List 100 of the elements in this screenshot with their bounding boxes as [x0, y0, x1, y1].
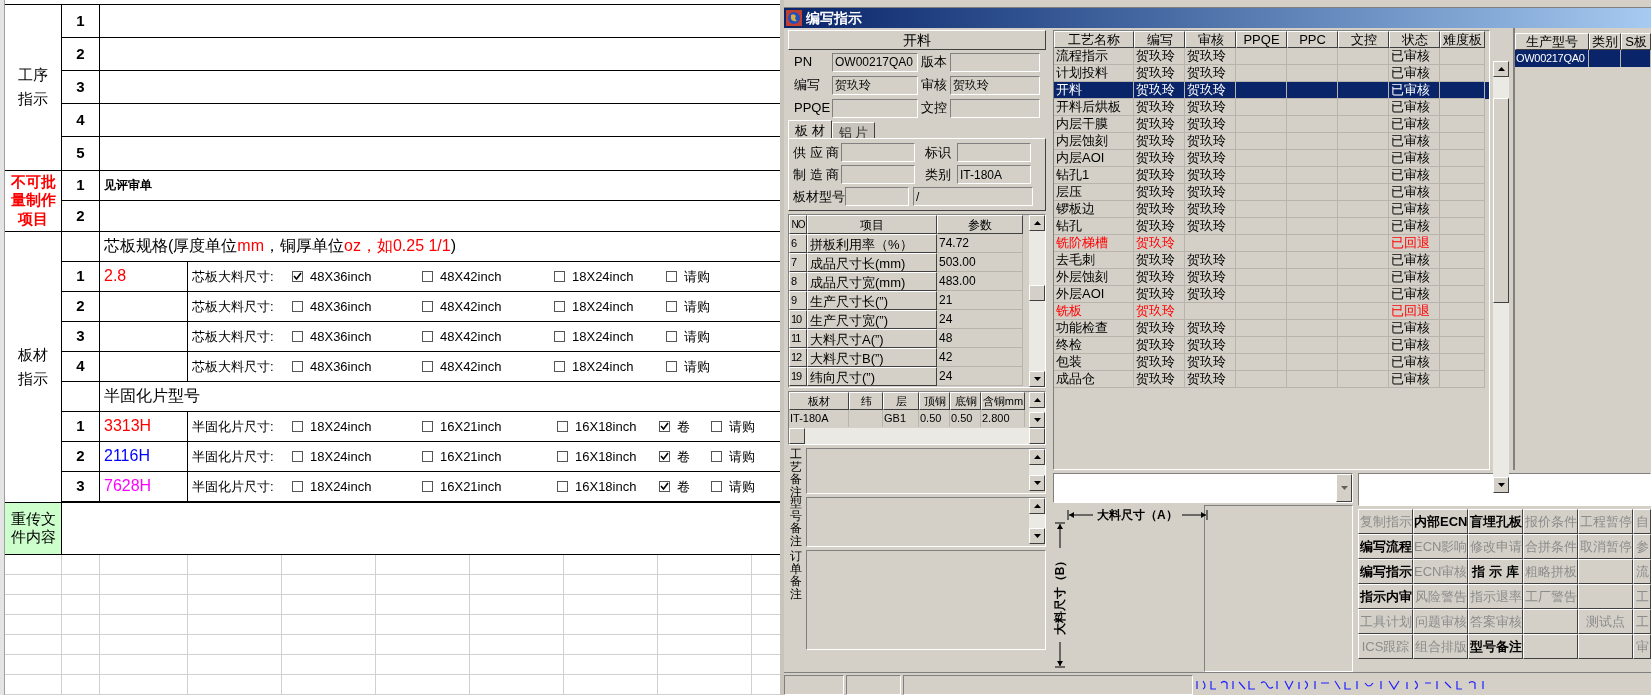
scrollbar[interactable]: [1029, 215, 1045, 387]
column-header[interactable]: 底铜: [950, 392, 981, 410]
column-header[interactable]: 状态: [1389, 31, 1440, 48]
scrollbar-thumb[interactable]: [1493, 98, 1509, 303]
column-header[interactable]: 工艺名称: [1054, 31, 1134, 48]
action-button[interactable]: 指 示 库: [1468, 559, 1523, 584]
checkbox[interactable]: [557, 450, 568, 462]
table-row[interactable]: OW00217QA0: [1515, 50, 1651, 67]
action-button[interactable]: 型号备注: [1468, 634, 1523, 659]
remark-field[interactable]: [806, 448, 1046, 494]
table-row[interactable]: 外层蚀刻 贺玖玲 贺玖玲 已审核: [1054, 269, 1489, 286]
column-header[interactable]: PPQE: [1236, 31, 1287, 48]
text-field[interactable]: [845, 187, 909, 206]
checkbox[interactable]: [554, 300, 565, 312]
action-button[interactable]: 编写流程: [1358, 534, 1413, 559]
checkbox[interactable]: [292, 270, 303, 282]
action-button[interactable]: 编写指示: [1358, 559, 1413, 584]
column-header[interactable]: S板: [1621, 33, 1651, 50]
table-row[interactable]: 流程指示 贺玖玲 贺玖玲 已审核: [1054, 48, 1489, 65]
checkbox[interactable]: [422, 360, 433, 372]
checkbox[interactable]: [659, 450, 670, 462]
remark-field[interactable]: [806, 497, 1046, 547]
table-row[interactable]: 外层AOI 贺玖玲 贺玖玲 已审核: [1054, 286, 1489, 303]
checkbox[interactable]: [659, 480, 670, 492]
table-row[interactable]: 功能检查 贺玖玲 贺玖玲 已审核: [1054, 320, 1489, 337]
checkbox[interactable]: [422, 330, 433, 342]
checkbox[interactable]: [422, 300, 433, 312]
column-header[interactable]: 项目: [807, 215, 937, 234]
horizontal-scrollbar[interactable]: [789, 428, 1045, 444]
column-header[interactable]: 层: [883, 392, 919, 410]
text-field[interactable]: [1358, 473, 1651, 506]
checkbox[interactable]: [292, 450, 303, 462]
column-header[interactable]: 类别: [1589, 33, 1621, 50]
checkbox[interactable]: [554, 270, 565, 282]
checkbox[interactable]: [711, 450, 722, 462]
text-field[interactable]: 贺玖玲: [950, 75, 1040, 95]
checkbox[interactable]: [292, 420, 303, 432]
checkbox[interactable]: [292, 330, 303, 342]
scrollbar[interactable]: [1029, 449, 1045, 491]
table-row[interactable]: 钻孔1 贺玖玲 贺玖玲 已审核: [1054, 167, 1489, 184]
table-row[interactable]: 内层AOI 贺玖玲 贺玖玲 已审核: [1054, 150, 1489, 167]
text-field[interactable]: [950, 98, 1040, 118]
text-field[interactable]: [950, 52, 1040, 72]
checkbox[interactable]: [554, 330, 565, 342]
checkbox[interactable]: [292, 480, 303, 492]
text-field[interactable]: [841, 165, 915, 184]
text-field[interactable]: OW00217QA0: [832, 52, 918, 72]
checkbox[interactable]: [292, 360, 303, 372]
column-header[interactable]: 文控: [1338, 31, 1389, 48]
column-header[interactable]: 生产型号: [1515, 33, 1589, 50]
checkbox[interactable]: [422, 420, 433, 432]
checkbox[interactable]: [557, 420, 568, 432]
column-header[interactable]: PPC: [1287, 31, 1338, 48]
text-field[interactable]: /: [913, 187, 1033, 206]
column-header[interactable]: 审核: [1185, 31, 1236, 48]
scrollbar[interactable]: [1029, 498, 1045, 544]
checkbox[interactable]: [666, 330, 677, 342]
table-row[interactable]: 包装 贺玖玲 贺玖玲 已审核: [1054, 354, 1489, 371]
scrollbar[interactable]: [1493, 61, 1509, 493]
table-row[interactable]: 锣板边 贺玖玲 贺玖玲 已审核: [1054, 201, 1489, 218]
text-field[interactable]: [841, 143, 915, 162]
column-header[interactable]: 顶铜: [919, 392, 950, 410]
column-header[interactable]: 板材: [789, 392, 849, 410]
text-field[interactable]: [957, 143, 1031, 162]
table-row[interactable]: 终检 贺玖玲 贺玖玲 已审核: [1054, 337, 1489, 354]
column-header[interactable]: NO: [789, 215, 807, 234]
column-header[interactable]: 难度板: [1440, 31, 1485, 48]
table-row[interactable]: 开料后烘板 贺玖玲 贺玖玲 已审核: [1054, 99, 1489, 116]
scrollbar-thumb[interactable]: [1029, 285, 1045, 301]
scrollbar[interactable]: [1029, 392, 1045, 428]
table-row[interactable]: 开料 贺玖玲 贺玖玲 已审核: [1054, 82, 1489, 99]
checkbox[interactable]: [422, 450, 433, 462]
column-header[interactable]: 纬: [849, 392, 883, 410]
action-button[interactable]: 盲埋孔板: [1468, 509, 1523, 534]
dropdown[interactable]: [1053, 473, 1353, 503]
remark-field[interactable]: [806, 550, 1046, 650]
table-row[interactable]: 内层干膜 贺玖玲 贺玖玲 已审核: [1054, 116, 1489, 133]
checkbox[interactable]: [666, 360, 677, 372]
checkbox[interactable]: [554, 360, 565, 372]
tab[interactable]: 铝 片: [831, 122, 876, 138]
checkbox[interactable]: [711, 480, 722, 492]
column-header[interactable]: 含铜mm: [981, 392, 1025, 410]
text-field[interactable]: [832, 98, 918, 118]
table-row[interactable]: 内层蚀刻 贺玖玲 贺玖玲 已审核: [1054, 133, 1489, 150]
table-row[interactable]: 去毛刺 贺玖玲 贺玖玲 已审核: [1054, 252, 1489, 269]
tab[interactable]: 板 材: [788, 120, 832, 138]
checkbox[interactable]: [557, 480, 568, 492]
action-button[interactable]: 内部ECN: [1413, 509, 1468, 534]
checkbox[interactable]: [422, 270, 433, 282]
checkbox[interactable]: [666, 300, 677, 312]
table-row[interactable]: 钻孔 贺玖玲 贺玖玲 已审核: [1054, 218, 1489, 235]
text-field[interactable]: IT-180A: [957, 165, 1031, 184]
table-row[interactable]: 成品仓 贺玖玲 贺玖玲 已审核: [1054, 371, 1489, 388]
table-row[interactable]: 层压 贺玖玲 贺玖玲 已审核: [1054, 184, 1489, 201]
column-header[interactable]: 参数: [937, 215, 1023, 234]
text-field[interactable]: 贺玖玲: [832, 75, 918, 95]
checkbox[interactable]: [666, 270, 677, 282]
checkbox[interactable]: [659, 420, 670, 432]
checkbox[interactable]: [292, 300, 303, 312]
action-button[interactable]: 指示内审: [1358, 584, 1413, 609]
